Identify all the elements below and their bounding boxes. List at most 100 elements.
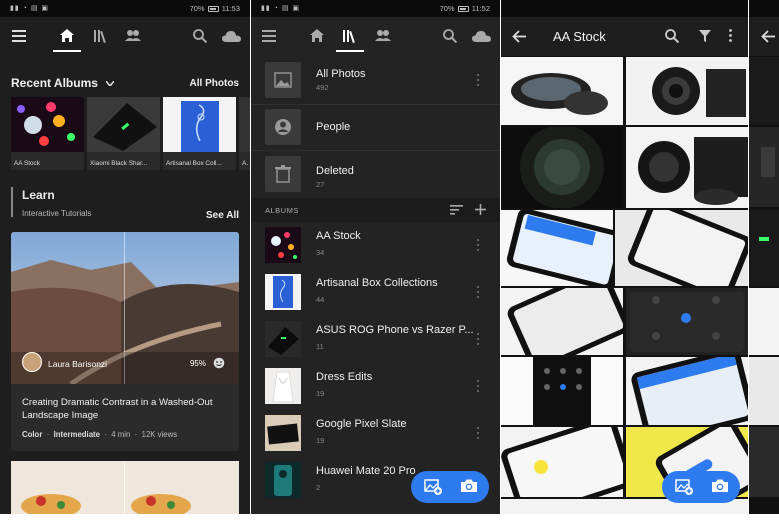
sort-icon[interactable] xyxy=(450,205,463,215)
album-cover xyxy=(239,97,250,152)
photo-thumbnail[interactable] xyxy=(501,357,623,425)
album-row[interactable]: AA Stock 34 xyxy=(251,222,500,269)
filter-icon[interactable] xyxy=(699,30,711,42)
battery-icon xyxy=(207,6,219,12)
library-item-all-photos[interactable]: All Photos 492 xyxy=(251,57,500,104)
album-count: 34 xyxy=(316,248,325,257)
add-photo-icon[interactable] xyxy=(424,477,442,500)
album-thumbnail xyxy=(265,368,301,404)
all-photos-link[interactable]: All Photos xyxy=(190,78,239,89)
add-album-icon[interactable] xyxy=(475,204,486,215)
photo-thumbnail[interactable] xyxy=(626,288,748,355)
learn-subtitle: Interactive Tutorials xyxy=(22,209,92,218)
more-vert-icon[interactable] xyxy=(729,29,732,42)
album-cover xyxy=(163,97,236,152)
album-card[interactable]: AA Stock xyxy=(11,97,84,170)
menu-icon[interactable] xyxy=(262,30,276,42)
albums-section-header: ALBUMS xyxy=(251,198,500,222)
item-count: 492 xyxy=(316,83,329,92)
more-icon[interactable] xyxy=(477,74,480,89)
album-cover xyxy=(87,97,160,152)
library-item-people[interactable]: People xyxy=(251,105,500,150)
photo-thumbnail[interactable] xyxy=(501,57,623,125)
album-card[interactable]: Xiaomi Black Shar... xyxy=(87,97,160,170)
tutorial-progress: 95% xyxy=(189,359,206,368)
status-icons: ▮▮ ◔ ▤ ▣ xyxy=(10,5,49,12)
more-icon[interactable] xyxy=(477,380,480,395)
photo-thumbnail[interactable] xyxy=(501,127,623,208)
album-thumbnail xyxy=(265,321,301,357)
back-arrow-icon[interactable] xyxy=(761,30,775,43)
album-card[interactable]: Artisanal Box Coll... xyxy=(163,97,236,170)
people-icon[interactable] xyxy=(375,29,391,41)
album-name: Xiaomi Black Shar... xyxy=(90,160,148,167)
album-row[interactable]: Artisanal Box Collections 44 xyxy=(251,269,500,316)
menu-icon[interactable] xyxy=(12,30,26,42)
library-icon[interactable] xyxy=(342,28,357,43)
photo-thumbnail[interactable] xyxy=(501,427,623,497)
clock: 11:53 xyxy=(221,4,240,13)
photo-icon xyxy=(265,62,301,98)
album-cover xyxy=(11,97,84,152)
add-photos-fab xyxy=(411,471,489,503)
search-icon[interactable] xyxy=(193,29,207,43)
item-name: Deleted xyxy=(316,165,354,177)
smile-icon xyxy=(213,356,225,374)
more-icon[interactable] xyxy=(477,427,480,442)
see-all-link[interactable]: See All xyxy=(206,210,239,221)
tab-indicator xyxy=(336,50,364,52)
album-row[interactable]: Dress Edits 19 xyxy=(251,363,500,410)
library-item-deleted[interactable]: Deleted 27 xyxy=(251,151,500,198)
add-photo-icon[interactable] xyxy=(675,477,693,500)
more-icon[interactable] xyxy=(477,333,480,348)
search-icon[interactable] xyxy=(443,29,457,43)
photo-thumbnail[interactable] xyxy=(501,288,623,355)
album-thumbnail xyxy=(265,227,301,263)
album-row[interactable]: Google Pixel Slate 19 xyxy=(251,410,500,457)
photo-thumbnail[interactable] xyxy=(626,357,748,425)
album-name: Dress Edits xyxy=(316,371,373,383)
album-screen-partial xyxy=(749,0,779,514)
more-icon[interactable] xyxy=(477,286,480,301)
status-icons: ▮▮ ◔ ▤ ▣ xyxy=(261,5,300,12)
people-icon[interactable] xyxy=(125,29,141,41)
album-name: Artisanal Box Coll... xyxy=(166,160,222,167)
search-icon[interactable] xyxy=(665,29,679,43)
home-icon[interactable] xyxy=(59,28,75,43)
tutorial-card[interactable] xyxy=(11,461,239,514)
cloud-icon[interactable] xyxy=(472,31,491,42)
album-count: 11 xyxy=(316,342,324,351)
album-name: AS xyxy=(242,160,248,167)
album-name: Google Pixel Slate xyxy=(316,418,407,430)
cloud-icon[interactable] xyxy=(222,31,241,42)
album-card[interactable]: AS xyxy=(239,97,250,170)
photo-thumbnail[interactable] xyxy=(626,127,748,208)
library-screen: ▮▮ ◔ ▤ ▣ 70% 11:52 All Photos 492 People… xyxy=(251,0,500,514)
photo-thumbnail[interactable] xyxy=(501,210,613,286)
learn-accent-bar xyxy=(11,187,13,217)
top-nav xyxy=(0,17,250,56)
status-bar: ▮▮ ◔ ▤ ▣ 70% 11:53 xyxy=(0,0,250,17)
album-row[interactable]: ASUS ROG Phone vs Razer P... 11 xyxy=(251,316,500,363)
camera-icon[interactable] xyxy=(711,478,729,498)
album-count: 19 xyxy=(316,436,325,445)
photo-thumbnail[interactable] xyxy=(626,57,748,125)
library-icon[interactable] xyxy=(93,28,108,43)
top-nav xyxy=(251,17,500,56)
home-icon[interactable] xyxy=(309,28,325,43)
back-arrow-icon[interactable] xyxy=(512,30,526,43)
battery-icon xyxy=(457,6,469,12)
person-icon xyxy=(265,109,301,145)
tutorial-photo xyxy=(11,461,239,514)
status-bar xyxy=(501,0,748,17)
camera-icon[interactable] xyxy=(460,478,478,498)
photo-thumbnail[interactable] xyxy=(615,210,748,286)
recent-albums-heading[interactable]: Recent Albums xyxy=(11,75,115,90)
tutorial-title: Creating Dramatic Contrast in a Washed-O… xyxy=(22,397,213,421)
more-icon[interactable] xyxy=(477,239,480,254)
album-thumbnail xyxy=(265,462,301,498)
album-screen: AA Stock xyxy=(501,0,748,514)
photo-grid-partial xyxy=(749,57,779,514)
battery-percent: 70% xyxy=(439,4,455,13)
tutorial-card[interactable]: Laura Barisonzi 95% Creating Dramatic Co… xyxy=(11,232,239,451)
